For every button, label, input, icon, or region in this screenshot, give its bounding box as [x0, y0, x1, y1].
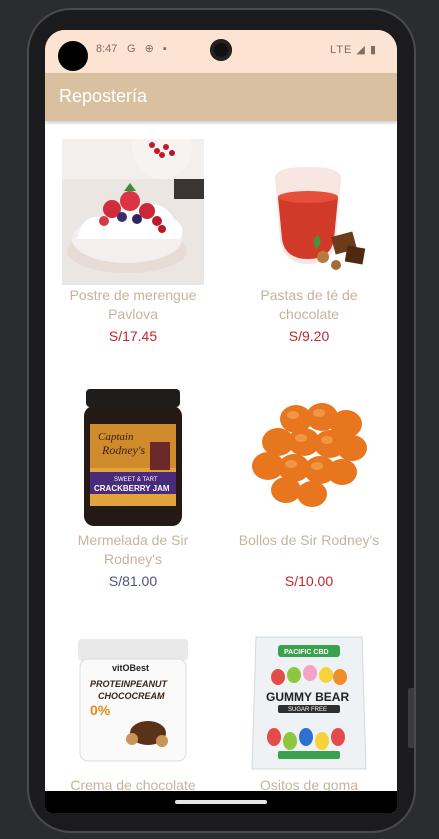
network-battery-icons: LTE ◢ ▮: [330, 44, 377, 56]
svg-text:SUGAR FREE: SUGAR FREE: [288, 707, 327, 713]
status-bar: 8:47 G ⊕ ▪ LTE ◢ ▮: [45, 30, 397, 73]
product-name: Postre de merengue Pavlova: [69, 287, 197, 322]
jam-jar-image: Captain Rodney's SWEET & TART CRACKBERRY…: [62, 384, 204, 530]
chocolate-tea-image: [238, 139, 380, 285]
navigation-bar: [45, 791, 397, 813]
svg-text:CRACKBERRY JAM: CRACKBERRY JAM: [94, 484, 170, 493]
product-name: Bollos de Sir Rodney's: [238, 532, 380, 548]
product-card[interactable]: vitOBest PROTEINPEANUT CHOCOCREAM 0% Cre…: [45, 611, 221, 811]
product-price: S/81.00: [108, 573, 158, 589]
product-card[interactable]: Captain Rodney's SWEET & TART CRACKBERRY…: [45, 366, 221, 611]
svg-text:CHOCOCREAM: CHOCOCREAM: [98, 691, 165, 701]
svg-text:0%: 0%: [90, 702, 111, 718]
svg-text:SWEET & TART: SWEET & TART: [114, 477, 158, 483]
svg-text:vitOBest: vitOBest: [112, 663, 149, 673]
product-name: Pastas de té de chocolate: [260, 287, 358, 322]
product-card[interactable]: PACIFIC CBD GUMMY BEAR SUGAR FREE Ositos: [221, 611, 397, 811]
svg-text:Captain: Captain: [98, 431, 134, 443]
page-title: Repostería: [59, 86, 148, 106]
phone-side-button: [408, 688, 414, 748]
product-price: S/9.20: [288, 328, 330, 344]
product-card[interactable]: Pastas de té de chocolate S/9.20: [221, 121, 397, 366]
svg-text:Rodney's: Rodney's: [101, 443, 146, 457]
gummy-bear-bag-image: PACIFIC CBD GUMMY BEAR SUGAR FREE: [238, 629, 380, 775]
pavlova-dessert-image: [62, 139, 204, 285]
buns-image: [238, 384, 380, 530]
product-price: S/17.45: [108, 328, 158, 344]
home-gesture-bar[interactable]: [175, 800, 267, 804]
front-camera-icon: [210, 39, 232, 61]
svg-text:PROTEINPEANUT: PROTEINPEANUT: [90, 679, 169, 689]
app-bar: Repostería: [45, 73, 397, 121]
svg-text:PACIFIC CBD: PACIFIC CBD: [284, 649, 329, 656]
svg-text:GUMMY BEAR: GUMMY BEAR: [266, 690, 349, 704]
product-name: Mermelada de Sir Rodney's: [77, 532, 189, 567]
phone-screen: 8:47 G ⊕ ▪ LTE ◢ ▮ Repostería Postre de …: [45, 30, 397, 813]
protein-cream-jar-image: vitOBest PROTEINPEANUT CHOCOCREAM 0%: [62, 629, 204, 775]
status-time: 8:47: [96, 43, 118, 55]
camera-cutout-icon: [58, 41, 88, 71]
product-card[interactable]: Bollos de Sir Rodney's S/10.00: [221, 366, 397, 611]
notification-icons: G ⊕ ▪: [127, 43, 170, 55]
product-price: S/10.00: [284, 573, 334, 589]
product-grid: Postre de merengue Pavlova S/17.45 Pasta…: [45, 121, 397, 793]
product-card[interactable]: Postre de merengue Pavlova S/17.45: [45, 121, 221, 366]
